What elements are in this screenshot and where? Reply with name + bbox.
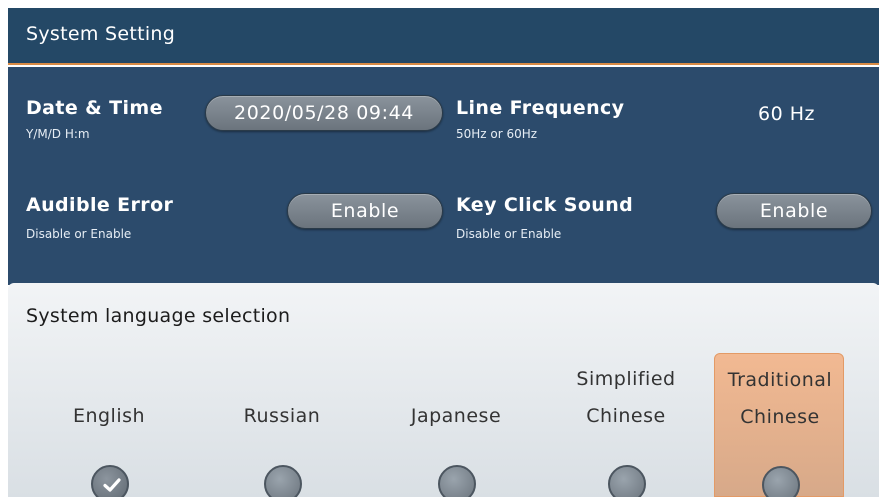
line-frequency-label: Line Frequency bbox=[456, 97, 625, 119]
key-click-label: Key Click Sound bbox=[456, 194, 634, 216]
language-name-line2: Chinese bbox=[586, 405, 666, 427]
line-frequency-value[interactable]: 60 Hz bbox=[758, 103, 815, 125]
radio-button[interactable] bbox=[438, 465, 476, 497]
language-name-line1: Simplified bbox=[576, 368, 676, 390]
language-panel: System language selection English Russia… bbox=[8, 283, 879, 497]
language-option-traditional-chinese[interactable]: Traditional Chinese bbox=[714, 353, 844, 497]
language-section-title: System language selection bbox=[26, 305, 291, 327]
radio-button[interactable] bbox=[608, 465, 646, 497]
key-click-button[interactable]: Enable bbox=[716, 193, 872, 229]
language-option-japanese[interactable]: Japanese bbox=[391, 353, 521, 497]
check-icon bbox=[103, 478, 121, 492]
language-option-english[interactable]: English bbox=[44, 353, 174, 497]
date-time-label: Date & Time bbox=[26, 97, 163, 119]
radio-button-checked[interactable] bbox=[91, 465, 129, 497]
key-click-hint: Disable or Enable bbox=[456, 227, 562, 241]
language-name-line2: English bbox=[72, 405, 146, 427]
radio-button[interactable] bbox=[762, 466, 800, 497]
page-title: System Setting bbox=[26, 23, 176, 45]
title-bar: System Setting bbox=[8, 8, 879, 65]
settings-panel: Date & Time Y/M/D H:m 2020/05/28 09:44 L… bbox=[8, 67, 879, 285]
language-name-line2: Chinese bbox=[740, 406, 820, 428]
audible-error-button[interactable]: Enable bbox=[287, 193, 443, 229]
language-name-line2: Russian bbox=[243, 405, 321, 427]
system-setting-screen: System Setting Date & Time Y/M/D H:m 202… bbox=[8, 8, 879, 497]
line-frequency-hint: 50Hz or 60Hz bbox=[456, 127, 538, 141]
language-name-line1: Traditional bbox=[727, 369, 833, 391]
language-option-russian[interactable]: Russian bbox=[217, 353, 347, 497]
date-time-button[interactable]: 2020/05/28 09:44 bbox=[205, 95, 443, 131]
language-name-line2: Japanese bbox=[410, 405, 502, 427]
language-option-simplified-chinese[interactable]: Simplified Chinese bbox=[561, 353, 691, 497]
audible-error-hint: Disable or Enable bbox=[26, 227, 132, 241]
audible-error-label: Audible Error bbox=[26, 194, 174, 216]
radio-button[interactable] bbox=[264, 465, 302, 497]
date-time-format: Y/M/D H:m bbox=[26, 127, 90, 141]
